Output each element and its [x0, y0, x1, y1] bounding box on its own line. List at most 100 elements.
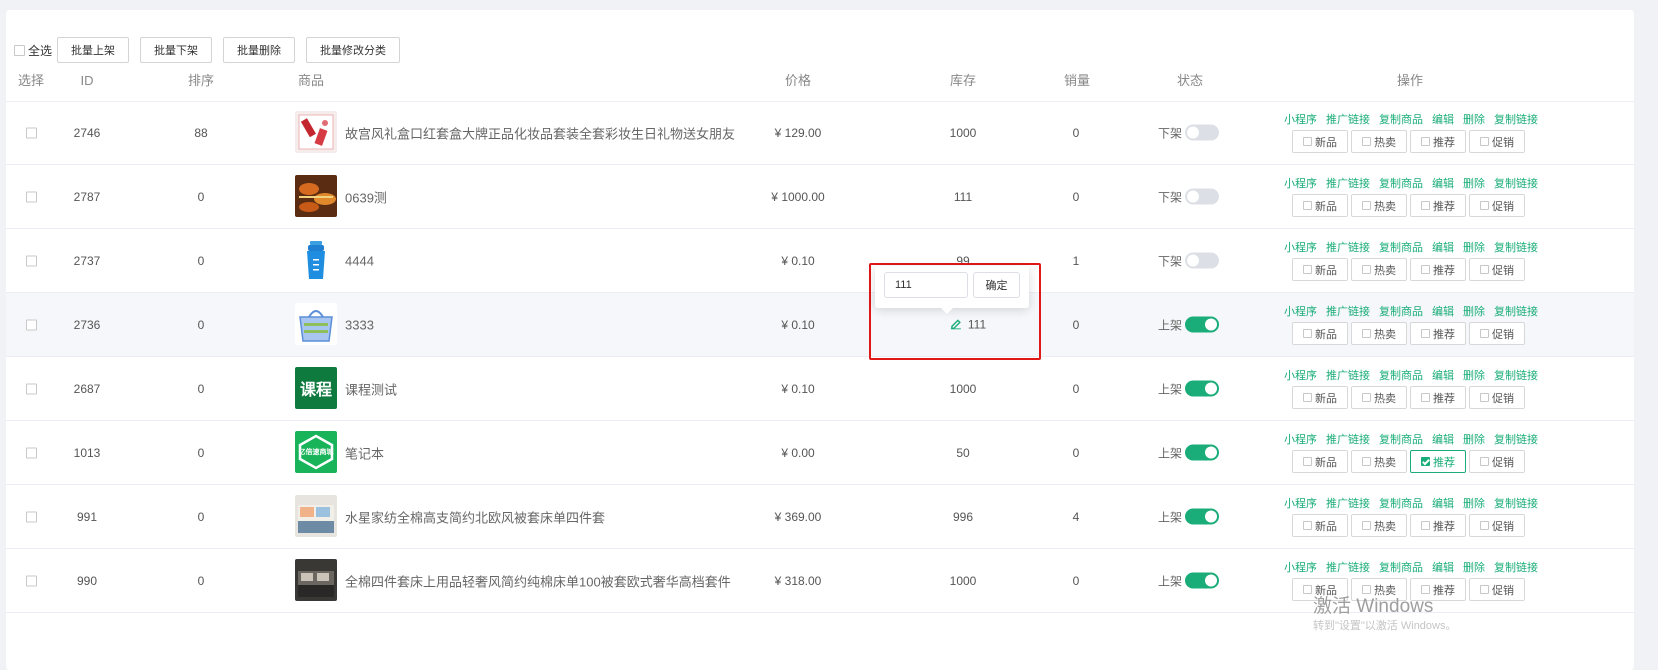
- status-switch[interactable]: [1185, 444, 1220, 461]
- tag-checkbox[interactable]: [1303, 393, 1312, 402]
- tag-toggle[interactable]: 新品: [1292, 322, 1348, 345]
- op-link[interactable]: 复制商品: [1379, 369, 1423, 383]
- op-link[interactable]: 删除: [1463, 433, 1485, 447]
- tag-checkbox[interactable]: [1362, 137, 1371, 146]
- row-checkbox[interactable]: [26, 447, 37, 458]
- tag-checkbox[interactable]: [1421, 329, 1430, 338]
- batch-off-shelf-button[interactable]: 批量下架: [140, 37, 213, 63]
- tag-toggle[interactable]: 促销: [1469, 258, 1525, 281]
- op-link[interactable]: 推广链接: [1326, 241, 1370, 255]
- op-link[interactable]: 复制商品: [1379, 433, 1423, 447]
- op-link[interactable]: 复制商品: [1379, 497, 1423, 511]
- op-link[interactable]: 编辑: [1432, 433, 1454, 447]
- tag-toggle[interactable]: 促销: [1469, 322, 1525, 345]
- batch-delete-button[interactable]: 批量删除: [223, 37, 296, 63]
- tag-toggle[interactable]: 新品: [1292, 258, 1348, 281]
- tag-checkbox[interactable]: [1303, 201, 1312, 210]
- op-link[interactable]: 编辑: [1432, 241, 1454, 255]
- status-switch[interactable]: [1185, 252, 1220, 269]
- op-link[interactable]: 推广链接: [1326, 305, 1370, 319]
- op-link[interactable]: 小程序: [1284, 305, 1317, 319]
- tag-toggle[interactable]: 推荐: [1410, 194, 1466, 217]
- op-link[interactable]: 小程序: [1284, 369, 1317, 383]
- op-link[interactable]: 编辑: [1432, 561, 1454, 575]
- tag-checkbox[interactable]: [1421, 137, 1430, 146]
- op-link[interactable]: 小程序: [1284, 561, 1317, 575]
- row-checkbox[interactable]: [26, 575, 37, 586]
- stock-edit-input[interactable]: [884, 272, 968, 298]
- op-link[interactable]: 复制链接: [1494, 177, 1538, 191]
- tag-checkbox[interactable]: [1421, 521, 1430, 530]
- op-link[interactable]: 小程序: [1284, 497, 1317, 511]
- tag-toggle[interactable]: 热卖: [1351, 194, 1407, 217]
- op-link[interactable]: 删除: [1463, 369, 1485, 383]
- tag-toggle[interactable]: 推荐: [1410, 386, 1466, 409]
- select-all-checkbox[interactable]: [14, 44, 25, 56]
- op-link[interactable]: 推广链接: [1326, 177, 1370, 191]
- tag-toggle[interactable]: 促销: [1469, 578, 1525, 601]
- op-link[interactable]: 删除: [1463, 241, 1485, 255]
- tag-checkbox[interactable]: [1421, 393, 1430, 402]
- tag-checkbox[interactable]: [1362, 457, 1371, 466]
- op-link[interactable]: 编辑: [1432, 305, 1454, 319]
- op-link[interactable]: 复制链接: [1494, 241, 1538, 255]
- confirm-button[interactable]: 确定: [973, 272, 1020, 298]
- op-link[interactable]: 编辑: [1432, 497, 1454, 511]
- tag-toggle[interactable]: 新品: [1292, 130, 1348, 153]
- row-checkbox[interactable]: [26, 191, 37, 202]
- tag-toggle[interactable]: 促销: [1469, 130, 1525, 153]
- tag-checkbox[interactable]: [1480, 201, 1489, 210]
- tag-toggle[interactable]: 新品: [1292, 386, 1348, 409]
- status-switch[interactable]: [1185, 380, 1220, 397]
- tag-checkbox[interactable]: [1362, 329, 1371, 338]
- tag-toggle[interactable]: 新品: [1292, 450, 1348, 473]
- row-checkbox[interactable]: [26, 255, 37, 266]
- row-checkbox[interactable]: [26, 511, 37, 522]
- tag-checkbox[interactable]: [1303, 521, 1312, 530]
- tag-toggle[interactable]: 促销: [1469, 450, 1525, 473]
- tag-checkbox[interactable]: [1362, 265, 1371, 274]
- tag-toggle[interactable]: 促销: [1469, 194, 1525, 217]
- tag-toggle[interactable]: 推荐: [1410, 258, 1466, 281]
- tag-toggle[interactable]: 热卖: [1351, 514, 1407, 537]
- tag-checkbox[interactable]: [1480, 265, 1489, 274]
- op-link[interactable]: 复制链接: [1494, 433, 1538, 447]
- status-switch[interactable]: [1185, 124, 1220, 141]
- batch-change-category-button[interactable]: 批量修改分类: [306, 37, 401, 63]
- tag-checkbox[interactable]: [1480, 585, 1489, 594]
- tag-toggle[interactable]: 热卖: [1351, 130, 1407, 153]
- tag-toggle[interactable]: 新品: [1292, 514, 1348, 537]
- op-link[interactable]: 小程序: [1284, 241, 1317, 255]
- tag-checkbox[interactable]: [1421, 457, 1430, 466]
- batch-on-shelf-button[interactable]: 批量上架: [57, 37, 130, 63]
- tag-toggle[interactable]: 推荐: [1410, 130, 1466, 153]
- op-link[interactable]: 复制链接: [1494, 369, 1538, 383]
- op-link[interactable]: 推广链接: [1326, 113, 1370, 127]
- tag-checkbox[interactable]: [1421, 201, 1430, 210]
- op-link[interactable]: 删除: [1463, 113, 1485, 127]
- op-link[interactable]: 编辑: [1432, 113, 1454, 127]
- tag-checkbox[interactable]: [1480, 137, 1489, 146]
- op-link[interactable]: 复制链接: [1494, 113, 1538, 127]
- tag-checkbox[interactable]: [1362, 393, 1371, 402]
- tag-checkbox[interactable]: [1303, 457, 1312, 466]
- row-checkbox[interactable]: [26, 127, 37, 138]
- op-link[interactable]: 删除: [1463, 561, 1485, 575]
- tag-checkbox[interactable]: [1303, 585, 1312, 594]
- tag-toggle[interactable]: 新品: [1292, 194, 1348, 217]
- op-link[interactable]: 删除: [1463, 305, 1485, 319]
- tag-checkbox[interactable]: [1480, 393, 1489, 402]
- op-link[interactable]: 复制商品: [1379, 177, 1423, 191]
- tag-checkbox[interactable]: [1480, 329, 1489, 338]
- op-link[interactable]: 复制链接: [1494, 561, 1538, 575]
- tag-toggle[interactable]: 推荐: [1410, 322, 1466, 345]
- tag-toggle[interactable]: 热卖: [1351, 386, 1407, 409]
- op-link[interactable]: 推广链接: [1326, 369, 1370, 383]
- tag-checkbox[interactable]: [1480, 521, 1489, 530]
- tag-checkbox[interactable]: [1362, 521, 1371, 530]
- op-link[interactable]: 复制链接: [1494, 497, 1538, 511]
- row-checkbox[interactable]: [26, 383, 37, 394]
- op-link[interactable]: 复制商品: [1379, 561, 1423, 575]
- op-link[interactable]: 小程序: [1284, 177, 1317, 191]
- tag-checkbox[interactable]: [1303, 329, 1312, 338]
